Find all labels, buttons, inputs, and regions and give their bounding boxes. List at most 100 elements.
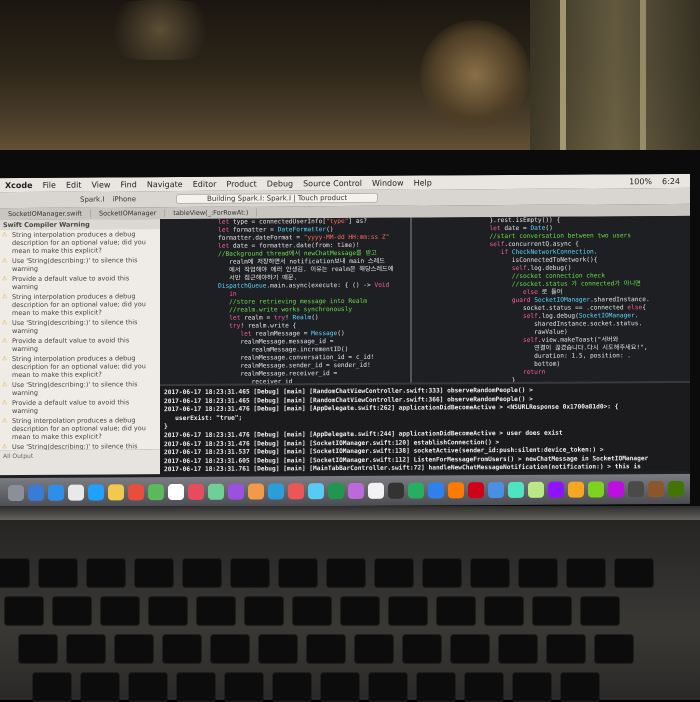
dock-app-icon[interactable] (648, 481, 664, 498)
menu-item[interactable]: Edit (61, 180, 87, 189)
dock-app-icon[interactable] (268, 483, 284, 500)
warning-item[interactable]: Use 'String(describing:)' to silence thi… (0, 317, 160, 336)
keyboard-key[interactable] (450, 634, 490, 664)
dock-app-icon[interactable] (28, 484, 44, 501)
keyboard-key[interactable] (176, 672, 216, 702)
dock-app-icon[interactable] (8, 484, 24, 502)
keyboard-key[interactable] (32, 672, 72, 702)
dock-app-icon[interactable] (388, 482, 404, 499)
dock-app-icon[interactable] (548, 481, 564, 498)
dock-app-icon[interactable] (88, 484, 104, 501)
dock-app-icon[interactable] (668, 480, 684, 498)
dock-app-icon[interactable] (488, 482, 504, 499)
menu-item[interactable]: Navigate (142, 179, 188, 188)
keyboard-key[interactable] (566, 558, 606, 588)
keyboard-key[interactable] (38, 558, 78, 588)
keyboard-key[interactable] (272, 672, 312, 702)
dock-app-icon[interactable] (48, 484, 64, 501)
keyboard-key[interactable] (546, 634, 586, 664)
keyboard-key[interactable] (436, 596, 476, 626)
keyboard-key[interactable] (594, 634, 634, 664)
menu-status-item[interactable]: 6:24 (657, 176, 685, 185)
code-editor-right[interactable]: }.rest.isEmpty()) { let date = Date() //… (412, 215, 690, 383)
keyboard-key[interactable] (422, 558, 462, 588)
keyboard-key[interactable] (18, 634, 58, 664)
keyboard-key[interactable] (134, 558, 174, 588)
keyboard-key[interactable] (196, 596, 236, 626)
keyboard-key[interactable] (532, 596, 572, 626)
keyboard-key[interactable] (292, 596, 332, 626)
keyboard-key[interactable] (484, 596, 524, 626)
keyboard-key[interactable] (306, 634, 346, 664)
dock-app-icon[interactable] (148, 484, 164, 501)
menu-item[interactable]: Source Control (298, 178, 367, 187)
keyboard-key[interactable] (464, 672, 504, 702)
dock-app-icon[interactable] (308, 483, 324, 500)
menu-item[interactable]: Debug (262, 179, 298, 188)
menu-item[interactable]: File (38, 180, 61, 189)
code-line[interactable]: DispatchQueue.main.async(execute: { () -… (218, 282, 410, 291)
menu-item[interactable]: Find (115, 180, 141, 189)
dock-app-icon[interactable] (108, 484, 124, 501)
warning-item[interactable]: Provide a default value to avoid this wa… (0, 273, 160, 292)
menu-item[interactable]: Editor (188, 179, 222, 188)
keyboard-key[interactable] (148, 596, 188, 626)
console-filter[interactable]: All Output (0, 449, 160, 476)
editor-tab[interactable]: SocketIOManager (90, 209, 166, 218)
dock-app-icon[interactable] (208, 483, 224, 500)
dock-app-icon[interactable] (408, 482, 424, 499)
warning-item[interactable]: String interpolation produces a debug de… (0, 291, 160, 318)
keyboard-key[interactable] (128, 672, 168, 702)
keyboard-key[interactable] (52, 596, 92, 626)
menu-item[interactable]: View (86, 180, 115, 189)
keyboard-key[interactable] (560, 672, 600, 702)
warning-item[interactable]: Provide a default value to avoid this wa… (0, 397, 160, 416)
warning-item[interactable]: Use 'String(describing:)' to silence thi… (0, 255, 160, 274)
keyboard-key[interactable] (326, 558, 366, 588)
dock-app-icon[interactable] (428, 482, 444, 499)
keyboard-key[interactable] (114, 634, 154, 664)
dock-app-icon[interactable] (448, 482, 464, 499)
warning-item[interactable]: Provide a default value to avoid this wa… (0, 335, 160, 354)
warning-item[interactable]: Use 'String(describing:)' to silence thi… (0, 379, 160, 398)
code-editor-left[interactable]: let type = connectedUserInfo["type"] as?… (160, 217, 410, 385)
dock-app-icon[interactable] (608, 481, 624, 498)
dock-app-icon[interactable] (248, 483, 264, 500)
warning-item[interactable]: String interpolation produces a debug de… (0, 353, 160, 380)
menu-item[interactable]: Help (409, 178, 437, 187)
scheme-label[interactable]: Spark.I (80, 195, 104, 203)
keyboard-key[interactable] (80, 672, 120, 702)
keyboard-key[interactable] (614, 558, 654, 588)
code-line[interactable]: 에서 작업해야 에러 안생김. 이유는 realm은 해당스레드에 (218, 266, 410, 275)
menu-app-name[interactable]: Xcode (0, 180, 38, 189)
dock-app-icon[interactable] (588, 481, 604, 498)
dock-app-icon[interactable] (368, 482, 384, 499)
keyboard-key[interactable] (340, 596, 380, 626)
menu-item[interactable]: Product (221, 179, 261, 188)
dock-app-icon[interactable] (128, 484, 144, 501)
keyboard-key[interactable] (470, 558, 510, 588)
warning-item[interactable]: String interpolation produces a debug de… (0, 415, 160, 442)
keyboard-key[interactable] (512, 672, 552, 702)
keyboard-key[interactable] (320, 672, 360, 702)
debug-console[interactable]: 2017-06-17 18:23:31.465 [Debug] [main] [… (160, 380, 690, 475)
keyboard-key[interactable] (100, 596, 140, 626)
device-label[interactable]: iPhone (112, 195, 136, 203)
dock-app-icon[interactable] (68, 484, 84, 501)
keyboard-key[interactable] (416, 672, 456, 702)
dock-app-icon[interactable] (188, 483, 204, 500)
dock-app-icon[interactable] (628, 481, 644, 498)
keyboard-key[interactable] (66, 634, 106, 664)
dock-app-icon[interactable] (228, 483, 244, 500)
keyboard-key[interactable] (278, 558, 318, 588)
dock-app-icon[interactable] (568, 481, 584, 498)
menu-item[interactable]: Window (367, 178, 409, 187)
keyboard-key[interactable] (244, 596, 284, 626)
dock-app-icon[interactable] (328, 483, 344, 500)
dock-app-icon[interactable] (288, 483, 304, 500)
keyboard-key[interactable] (258, 634, 298, 664)
keyboard-key[interactable] (388, 596, 428, 626)
keyboard-key[interactable] (402, 634, 442, 664)
keyboard-key[interactable] (518, 558, 558, 588)
warning-item[interactable]: String interpolation produces a debug de… (0, 229, 160, 256)
